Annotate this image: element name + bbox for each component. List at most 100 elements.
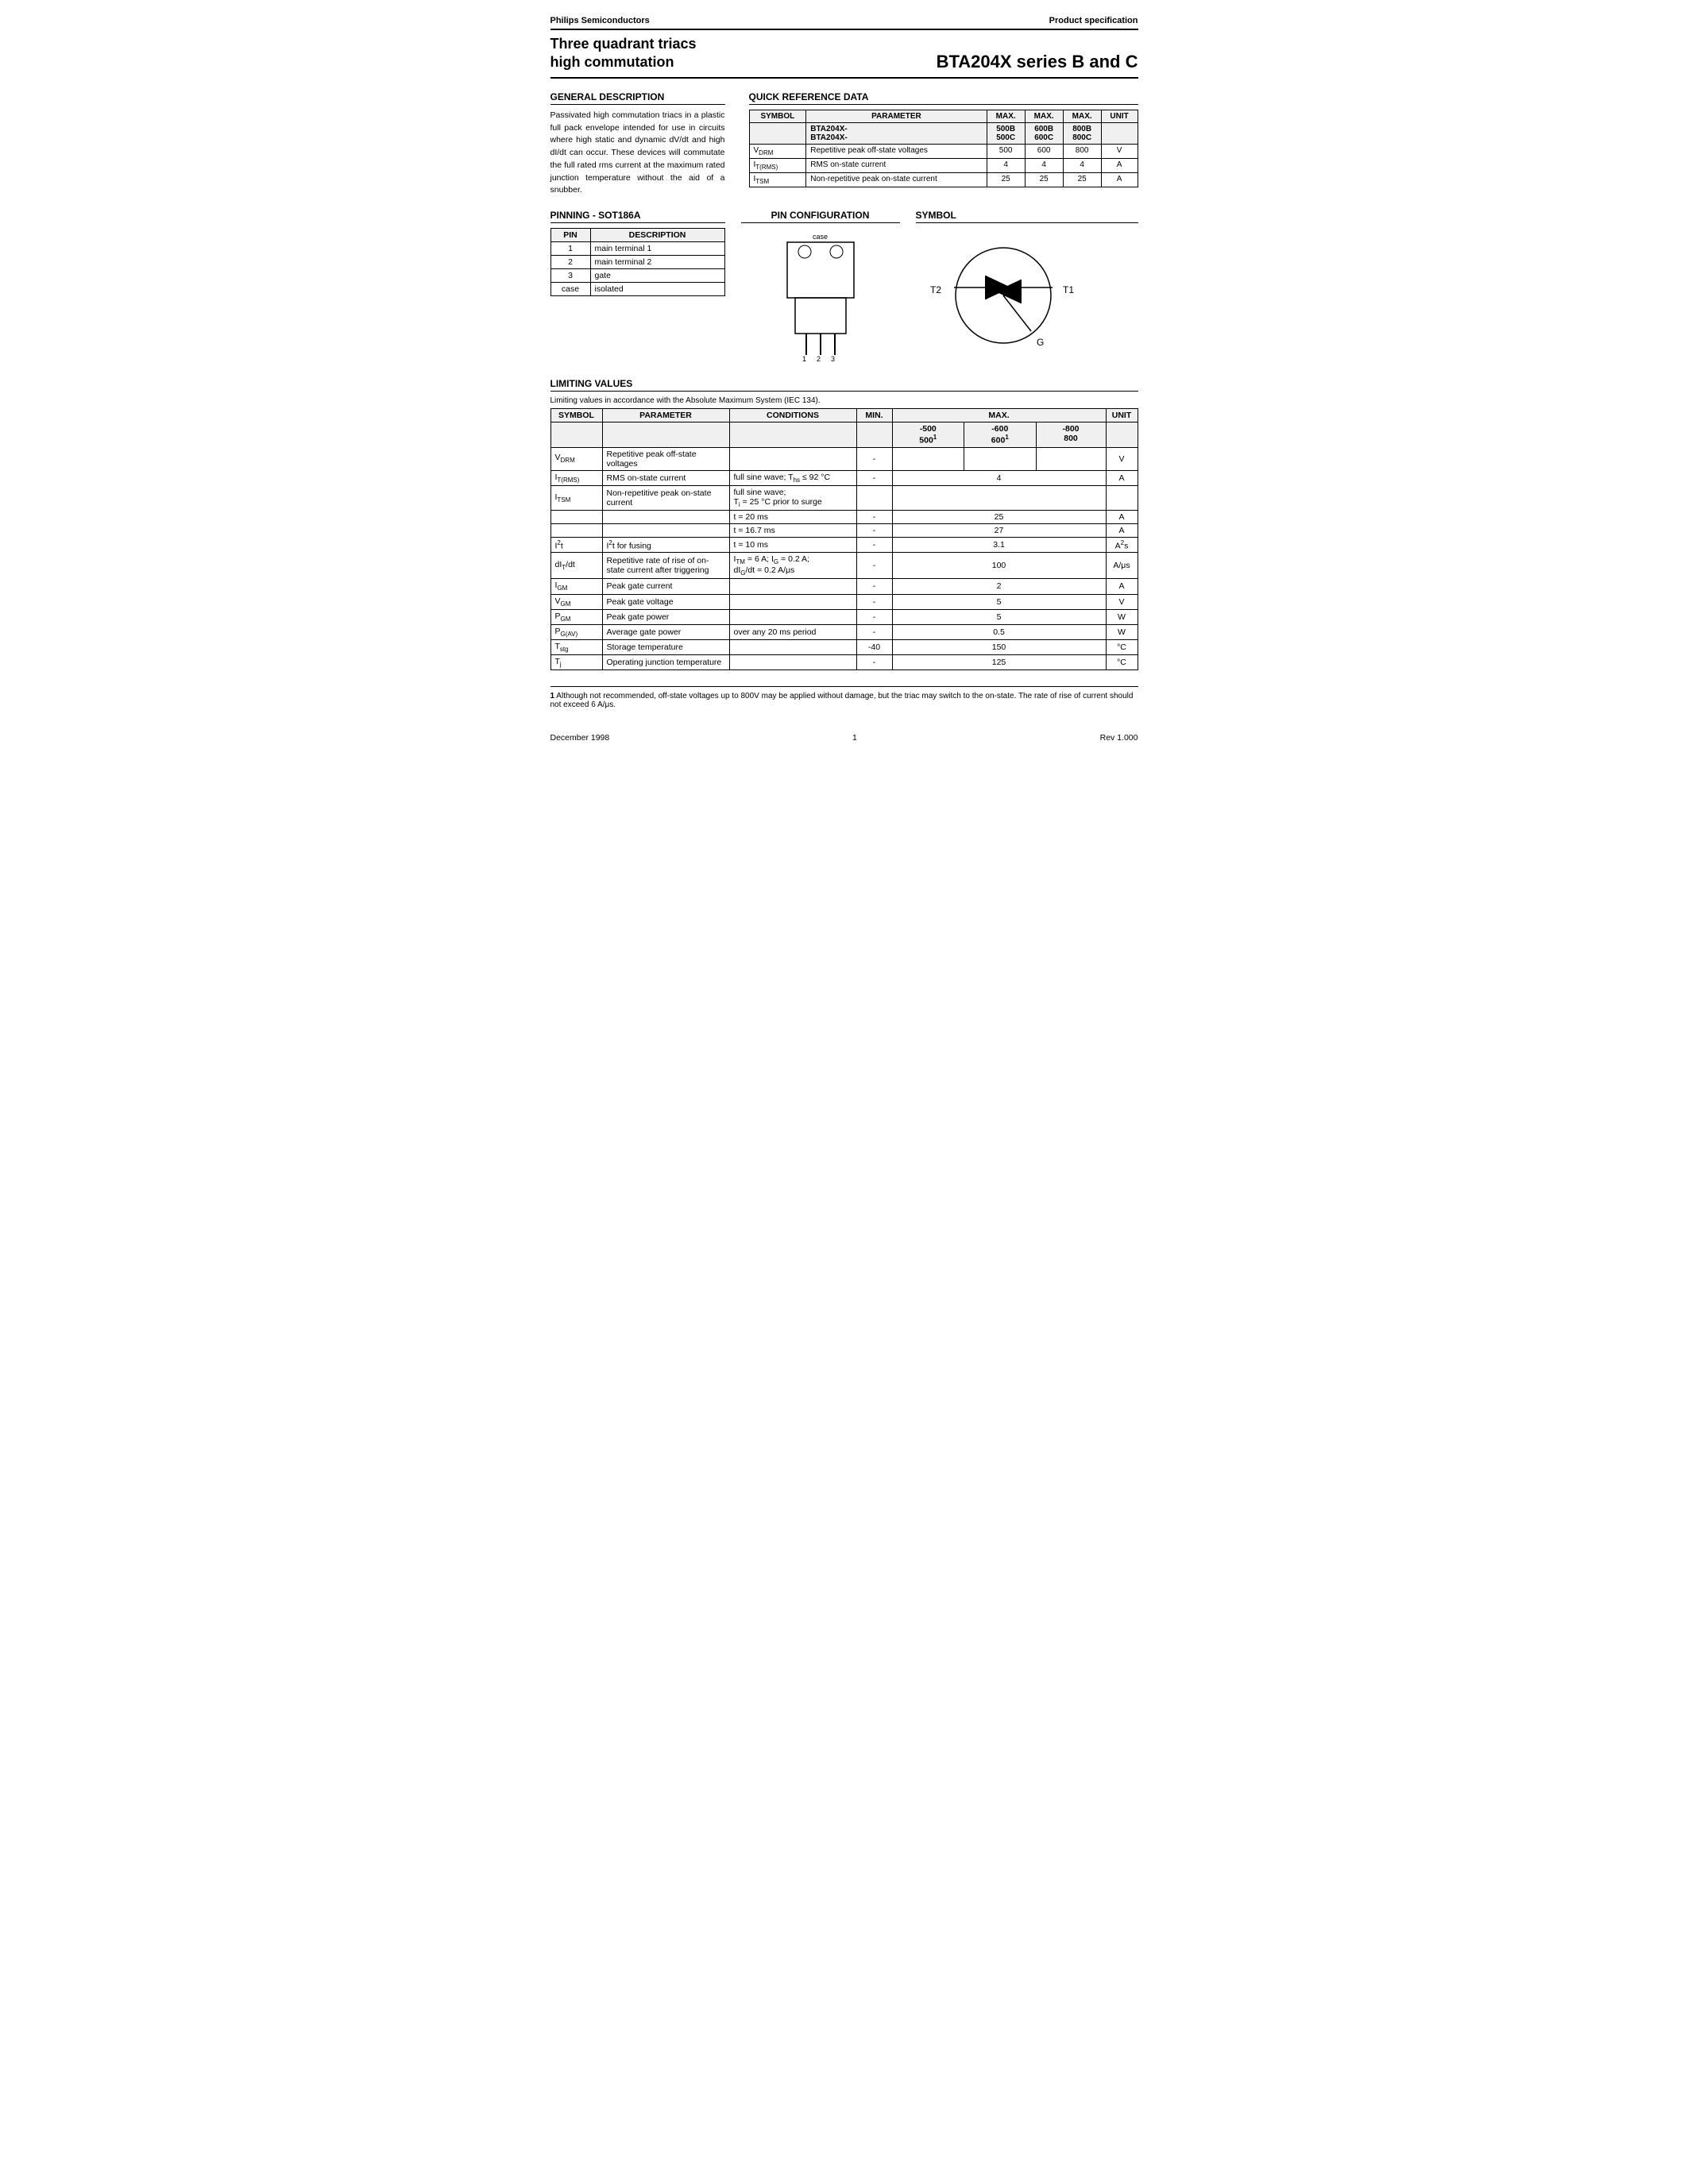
lim-tj-param: Operating junction temperature [602, 654, 729, 669]
lim-itsm-unit [1106, 485, 1138, 510]
lim-sub-max600: -6006001 [964, 423, 1037, 448]
lim-dit-sym: dIT/dt [550, 553, 602, 579]
lim-row-pgav: PG(AV) Average gate power over any 20 ms… [550, 624, 1138, 639]
qr-itsm-600: 25 [1025, 172, 1063, 187]
lim-vdrm-max800 [1036, 447, 1106, 470]
quick-reference-col: QUICK REFERENCE DATA SYMBOL PARAMETER MA… [749, 91, 1138, 197]
lim-igm-sym: IGM [550, 579, 602, 594]
lim-dit-param: Repetitive rate of rise of on-state curr… [602, 553, 729, 579]
lim-header-unit: UNIT [1106, 409, 1138, 423]
lim-igm-param: Peak gate current [602, 579, 729, 594]
lim-20ms-unit: A [1106, 510, 1138, 523]
pin-desc-2: main terminal 2 [590, 256, 724, 269]
pin-desc-3: gate [590, 269, 724, 283]
lim-pgav-unit: W [1106, 624, 1138, 639]
pin-header-desc: DESCRIPTION [590, 229, 724, 242]
svg-text:T1: T1 [1063, 284, 1074, 295]
lim-itsm-sym: ITSM [550, 485, 602, 510]
qr-row-itrms: IT(RMS) RMS on-state current 4 4 4 A [749, 158, 1138, 172]
lim-i2t-min: - [856, 537, 892, 553]
lim-vdrm-param: Repetitive peak off-state voltages [602, 447, 729, 470]
lim-vdrm-max600 [964, 447, 1037, 470]
lim-sub-min [856, 423, 892, 448]
lim-row-dit: dIT/dt Repetitive rate of rise of on-sta… [550, 553, 1138, 579]
qr-vdrm-param: Repetitive peak off-state voltages [806, 144, 987, 158]
quick-ref-table: SYMBOL PARAMETER MAX. MAX. MAX. UNIT BTA… [749, 110, 1138, 187]
lim-167ms-max: 27 [892, 523, 1106, 537]
lim-vgm-cond [729, 594, 856, 609]
lim-igm-cond [729, 579, 856, 594]
lim-row-tj: Tj Operating junction temperature - 125 … [550, 654, 1138, 669]
qr-itrms-param: RMS on-state current [806, 158, 987, 172]
lim-itrms-min: - [856, 470, 892, 485]
pin-config-svg: case 1 2 3 [765, 228, 876, 363]
lim-pgm-sym: PGM [550, 609, 602, 624]
svg-text:T2: T2 [930, 284, 941, 295]
svg-text:2: 2 [817, 355, 821, 363]
lim-vgm-param: Peak gate voltage [602, 594, 729, 609]
qr-subheader-empty [749, 122, 806, 144]
qr-subheader-600: 600B600C [1025, 122, 1063, 144]
title-right: BTA204X series B and C [937, 52, 1138, 72]
lim-tstg-sym: Tstg [550, 639, 602, 654]
lim-header-symbol: SYMBOL [550, 409, 602, 423]
qr-header-symbol: SYMBOL [749, 110, 806, 122]
lim-vdrm-sym: VDRM [550, 447, 602, 470]
lim-igm-min: - [856, 579, 892, 594]
lim-itsm-param: Non-repetitive peak on-state current [602, 485, 729, 510]
lim-sub-unit [1106, 423, 1138, 448]
pin-num-2: 2 [550, 256, 590, 269]
qr-itsm-param: Non-repetitive peak on-state current [806, 172, 987, 187]
lim-itrms-unit: A [1106, 470, 1138, 485]
lim-tj-min: - [856, 654, 892, 669]
top-two-col: GENERAL DESCRIPTION Passivated high comm… [550, 91, 1138, 197]
qr-vdrm-unit: V [1101, 144, 1138, 158]
title-section: Three quadrant triacs high commutation B… [550, 29, 1138, 79]
lim-vgm-min: - [856, 594, 892, 609]
lim-tj-sym: Tj [550, 654, 602, 669]
qr-subheader-part: BTA204X-BTA204X- [806, 122, 987, 144]
qr-itrms-sym: IT(RMS) [749, 158, 806, 172]
pinning-title: PINNING - SOT186A [550, 210, 725, 223]
qr-subheader-500: 500B500C [987, 122, 1025, 144]
title-line2: high commutation [550, 53, 697, 71]
pin-row-2: 2 main terminal 2 [550, 256, 724, 269]
pin-desc-case: isolated [590, 283, 724, 296]
lim-pgav-max: 0.5 [892, 624, 1106, 639]
lim-sub-max800: -800800 [1036, 423, 1106, 448]
pin-row-3: 3 gate [550, 269, 724, 283]
lim-tj-max: 125 [892, 654, 1106, 669]
qr-vdrm-800: 800 [1063, 144, 1101, 158]
lim-sub-sym [550, 423, 602, 448]
lim-pgav-param: Average gate power [602, 624, 729, 639]
lim-itsm-cond: full sine wave;Ti = 25 °C prior to surge [729, 485, 856, 510]
qr-header-max2: MAX. [1025, 110, 1063, 122]
lim-vdrm-min: - [856, 447, 892, 470]
lim-row-tstg: Tstg Storage temperature -40 150 °C [550, 639, 1138, 654]
lim-pgm-param: Peak gate power [602, 609, 729, 624]
lim-header-conditions: CONDITIONS [729, 409, 856, 423]
lim-row-pgm: PGM Peak gate power - 5 W [550, 609, 1138, 624]
limiting-section: LIMITING VALUES Limiting values in accor… [550, 378, 1138, 670]
qr-row-vdrm: VDRM Repetitive peak off-state voltages … [749, 144, 1138, 158]
lim-167ms-min: - [856, 523, 892, 537]
qr-itsm-unit: A [1101, 172, 1138, 187]
pin-row-1: 1 main terminal 1 [550, 242, 724, 256]
lim-vdrm-unit: V [1106, 447, 1138, 470]
svg-text:3: 3 [831, 355, 835, 363]
lim-row-itsm: ITSM Non-repetitive peak on-state curren… [550, 485, 1138, 510]
qr-itrms-unit: A [1101, 158, 1138, 172]
pin-config-col: PIN CONFIGURATION case 1 2 3 [741, 210, 900, 365]
lim-tstg-cond [729, 639, 856, 654]
footer-page: 1 [852, 733, 857, 743]
lim-20ms-sym [550, 510, 602, 523]
lim-tstg-min: -40 [856, 639, 892, 654]
pin-desc-1: main terminal 1 [590, 242, 724, 256]
qr-vdrm-sym: VDRM [749, 144, 806, 158]
page-footer: December 1998 1 Rev 1.000 [550, 733, 1138, 743]
symbol-title: SYMBOL [916, 210, 1138, 223]
symbol-svg: T2 T1 G [916, 228, 1091, 363]
lim-header-parameter: PARAMETER [602, 409, 729, 423]
lim-tj-unit: °C [1106, 654, 1138, 669]
lim-itrms-param: RMS on-state current [602, 470, 729, 485]
